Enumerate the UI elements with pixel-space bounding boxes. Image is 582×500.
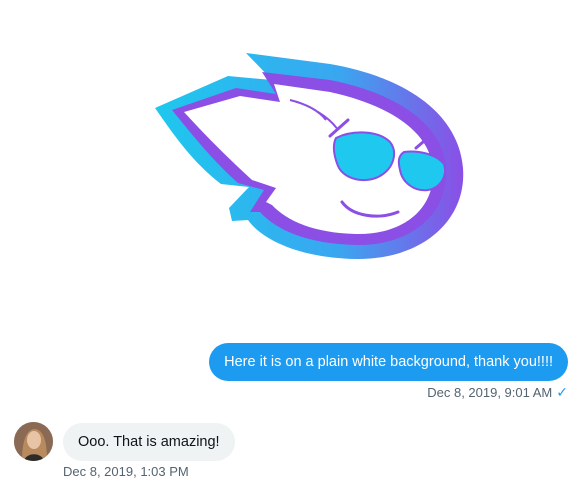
outgoing-message-text: Here it is on a plain white background, … bbox=[224, 354, 553, 370]
outgoing-message-bubble[interactable]: Here it is on a plain white background, … bbox=[209, 343, 568, 381]
avatar[interactable] bbox=[14, 422, 53, 461]
avatar-image bbox=[14, 422, 53, 461]
incoming-message-text: Ooo. That is amazing! bbox=[78, 434, 220, 450]
dm-conversation: Here it is on a plain white background, … bbox=[0, 0, 582, 500]
check-icon: ✓ bbox=[556, 384, 568, 400]
incoming-timestamp: Dec 8, 2019, 1:03 PM bbox=[63, 464, 189, 479]
shared-image[interactable] bbox=[150, 45, 470, 267]
incoming-message-bubble[interactable]: Ooo. That is amazing! bbox=[63, 423, 235, 461]
outgoing-message-meta: Dec 8, 2019, 9:01 AM ✓ bbox=[427, 384, 568, 401]
flame-ghost-logo-icon bbox=[155, 53, 464, 260]
outgoing-timestamp: Dec 8, 2019, 9:01 AM bbox=[427, 385, 553, 400]
